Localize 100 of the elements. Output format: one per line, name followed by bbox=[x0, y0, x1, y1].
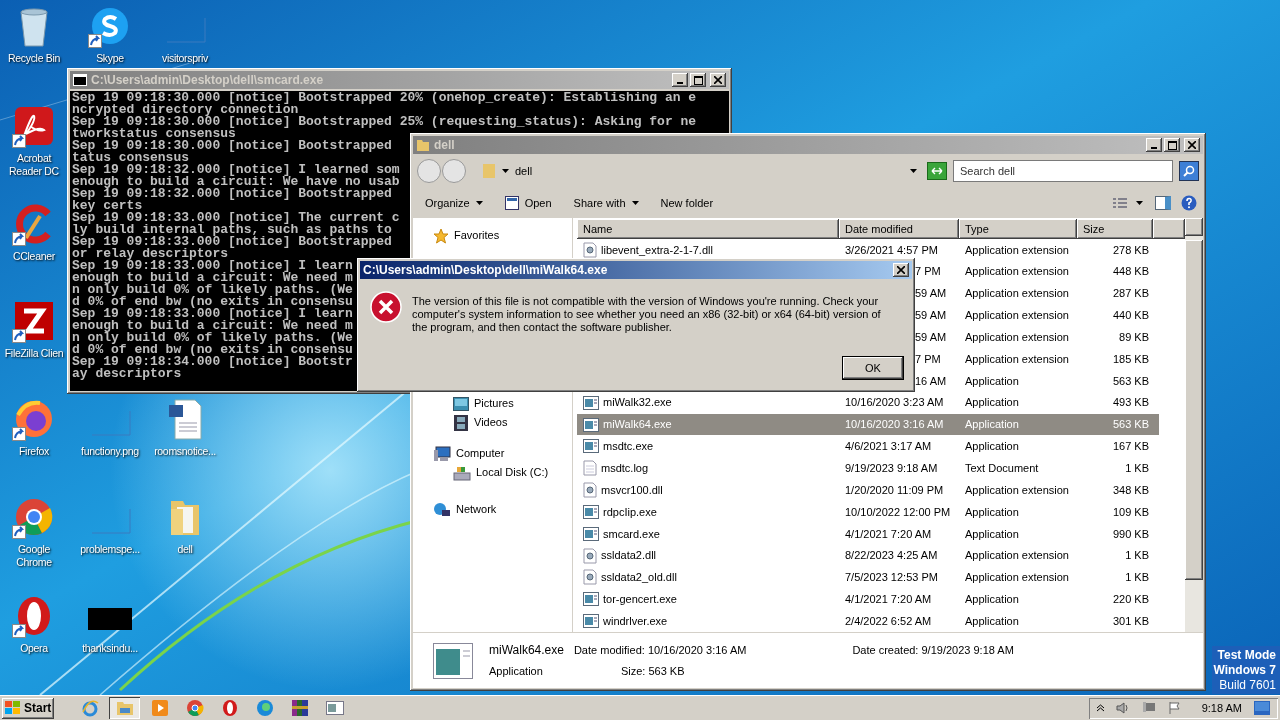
file-name: msvcr100.dll bbox=[601, 482, 663, 498]
file-row[interactable]: ssldata2.dll 8/22/2023 4:25 AM Application extension 1 KB bbox=[577, 544, 1159, 567]
network-icon[interactable] bbox=[1141, 701, 1156, 715]
date-cell: 4/6/2021 3:17 AM bbox=[845, 440, 932, 453]
size-cell: 1 KB bbox=[1125, 571, 1149, 584]
file-name: tor-gencert.exe bbox=[603, 592, 677, 608]
maximize-button[interactable] bbox=[1164, 138, 1180, 152]
application-icon bbox=[583, 439, 599, 454]
close-icon bbox=[1188, 141, 1196, 149]
date-cell: 8/22/2023 4:25 AM bbox=[845, 549, 938, 562]
caret-icon bbox=[475, 201, 483, 205]
desktop-icon-label[interactable]: CCleaner bbox=[13, 250, 55, 263]
type-cell: Application extension bbox=[965, 309, 1069, 322]
speaker-icon[interactable] bbox=[1115, 701, 1130, 715]
desktop-icon-label[interactable]: Firefox bbox=[19, 445, 49, 458]
minimize-button[interactable] bbox=[1146, 138, 1162, 152]
console-icon bbox=[73, 74, 87, 86]
breadcrumb[interactable]: dell bbox=[515, 162, 904, 180]
details-field: Date created: 9/19/2023 9:18 AM bbox=[852, 642, 1014, 659]
file-name: msdtc.exe bbox=[603, 439, 654, 455]
application-icon bbox=[583, 592, 599, 607]
type-cell: Application extension bbox=[965, 483, 1069, 496]
file-row[interactable]: ssldata2_old.dll 7/5/2023 12:53 PM Application extension 1 KB bbox=[577, 566, 1159, 589]
preview-pane-button[interactable] bbox=[1155, 196, 1171, 210]
caret-icon bbox=[910, 169, 917, 173]
close-button[interactable] bbox=[893, 263, 909, 277]
desktop-icon-label[interactable]: Recycle Bin bbox=[7, 52, 61, 65]
file-row[interactable]: libevent_extra-2-1-7.dll 3/26/2021 4:57 PM Application extension 278 KB bbox=[577, 238, 1159, 261]
type-cell: Application bbox=[965, 440, 1019, 453]
desktop-icon-label[interactable]: Acrobat Reader DC bbox=[1, 152, 67, 178]
column-header[interactable]: Size bbox=[1077, 219, 1153, 239]
file-row[interactable]: rdpcIip.exe 10/10/2022 12:00 PM Application 109 KB bbox=[577, 501, 1159, 523]
date-cell: 3/26/2021 4:57 PM bbox=[845, 243, 938, 256]
help-icon[interactable] bbox=[1181, 195, 1197, 211]
caret-icon bbox=[631, 201, 639, 205]
column-header[interactable]: Date modified bbox=[839, 219, 959, 239]
archive-icon bbox=[290, 699, 309, 717]
nav-item[interactable]: Videos bbox=[453, 413, 572, 432]
chevron-up-icon[interactable] bbox=[1096, 704, 1104, 712]
search-button[interactable] bbox=[1179, 161, 1199, 181]
dll-icon bbox=[583, 241, 597, 258]
film-icon bbox=[453, 414, 469, 431]
filezilla-icon bbox=[12, 299, 56, 343]
size-cell: 348 KB bbox=[1112, 483, 1149, 496]
maximize-button[interactable] bbox=[690, 73, 706, 87]
nav-item[interactable]: Pictures bbox=[453, 394, 572, 413]
nav-item[interactable]: Computer bbox=[433, 444, 572, 463]
scrollbar[interactable] bbox=[1185, 218, 1203, 632]
minimize-button[interactable] bbox=[672, 73, 688, 87]
toolbar-button[interactable]: Open bbox=[498, 192, 558, 214]
open-icon bbox=[504, 196, 519, 210]
file-row[interactable]: msdtc.log 9/19/2023 9:18 AM Text Document 1 KB bbox=[577, 457, 1159, 480]
file-row[interactable]: msdtc.exe 4/6/2021 3:17 AM Application 167 KB bbox=[577, 435, 1159, 458]
test-mode-text: Build 7601 bbox=[1219, 678, 1276, 693]
application-icon bbox=[583, 614, 599, 629]
size-cell: 563 KB bbox=[1112, 418, 1149, 431]
media-player-icon bbox=[150, 699, 169, 717]
close-icon bbox=[714, 76, 722, 84]
file-row[interactable]: smcard.exe 4/1/2021 7:20 AM Application 990 KB bbox=[577, 522, 1159, 545]
date-cell: 4/1/2021 7:20 AM bbox=[845, 593, 932, 606]
date-cell: 7 PM bbox=[915, 352, 941, 365]
file-name: rdpcIip.exe bbox=[603, 504, 657, 520]
desktop-icon-label[interactable]: visitorspriv bbox=[162, 52, 208, 65]
nav-item[interactable]: Local Disk (C:) bbox=[453, 463, 572, 482]
column-header[interactable]: Name bbox=[577, 219, 839, 239]
console-line: Sep 19 09:18:33.000 [notice] The current c bbox=[72, 212, 400, 224]
file-name: ssldata2.dll bbox=[601, 548, 657, 564]
windows-logo bbox=[5, 701, 21, 715]
close-icon bbox=[897, 266, 905, 274]
nav-item[interactable]: Network bbox=[433, 500, 572, 519]
desktop-icon-label[interactable]: FileZilla Clien bbox=[4, 347, 64, 360]
desktop-icon-label[interactable]: Skype bbox=[96, 52, 124, 65]
start-button[interactable]: Start bbox=[2, 697, 55, 719]
flag-icon[interactable] bbox=[1167, 701, 1182, 715]
application-icon bbox=[583, 417, 599, 432]
close-button[interactable] bbox=[1184, 138, 1200, 152]
column-header[interactable]: Type bbox=[959, 219, 1077, 239]
file-row[interactable]: msvcr100.dll 1/20/2020 11:09 PM Application extension 348 KB bbox=[577, 479, 1159, 501]
toolbar-button[interactable]: Organize bbox=[419, 192, 489, 214]
caret-icon bbox=[1136, 201, 1143, 205]
console-line: n only build 0% of likely paths. (We bbox=[72, 332, 353, 344]
pictures-icon bbox=[453, 396, 469, 411]
search-field[interactable]: Search dell bbox=[953, 160, 1173, 182]
nav-item[interactable]: Favorites bbox=[433, 226, 572, 245]
file-name: windrlver.exe bbox=[603, 613, 668, 629]
file-row[interactable]: miWalk32.exe 10/16/2020 3:23 AM Application 493 KB bbox=[577, 391, 1159, 414]
taskbar-app-button[interactable] bbox=[109, 697, 141, 719]
file-name: ssldata2_old.dll bbox=[601, 570, 677, 586]
toolbar-button[interactable]: Share with bbox=[567, 192, 645, 214]
folder-icon bbox=[416, 138, 430, 152]
refresh-button[interactable] bbox=[927, 162, 947, 180]
size-cell: 220 KB bbox=[1112, 593, 1149, 606]
ok-button[interactable]: OK bbox=[842, 356, 904, 380]
size-cell: 185 KB bbox=[1112, 352, 1149, 365]
file-row[interactable]: tor-gencert.exe 4/1/2021 7:20 AM Application 220 KB bbox=[577, 588, 1159, 611]
file-row[interactable]: windrlver.exe 2/4/2022 6:52 AM Application 301 KB bbox=[577, 610, 1159, 633]
clock[interactable]: 9:18 AM bbox=[1201, 699, 1242, 717]
toolbar-button[interactable]: New folder bbox=[654, 192, 720, 214]
type-cell: Application bbox=[965, 505, 1019, 518]
close-button[interactable] bbox=[710, 73, 726, 87]
